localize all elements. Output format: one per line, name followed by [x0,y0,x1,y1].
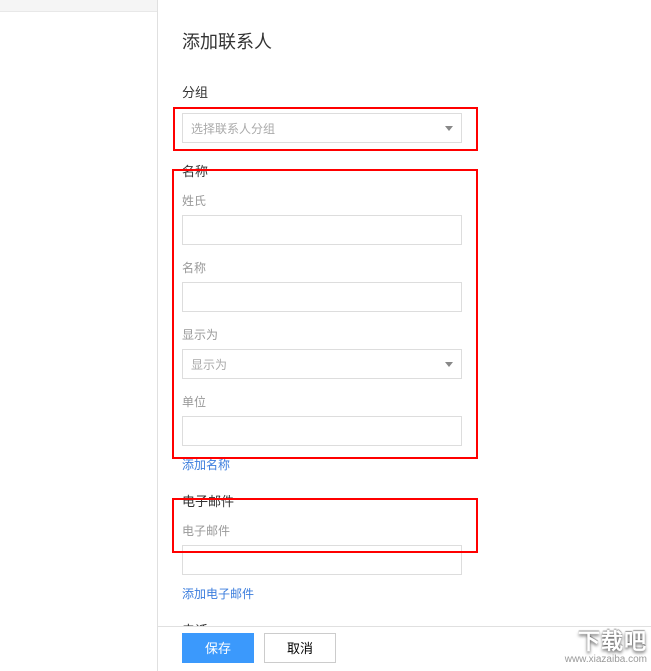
chevron-down-icon [445,362,453,367]
main-content: 添加联系人 分组 选择联系人分组 名称 姓氏 名称 显示为 显示为 单位 添加名… [158,0,651,671]
section-name: 名称 姓氏 名称 显示为 显示为 单位 添加名称 [182,161,627,473]
chevron-down-icon [445,126,453,131]
company-input[interactable] [182,416,462,446]
save-button[interactable]: 保存 [182,633,254,663]
section-email: 电子邮件 电子邮件 添加电子邮件 [182,491,627,602]
section-group: 分组 选择联系人分组 [182,82,627,143]
group-select[interactable]: 选择联系人分组 [182,113,462,143]
email-input[interactable] [182,545,462,575]
add-name-link[interactable]: 添加名称 [182,456,230,473]
add-email-link[interactable]: 添加电子邮件 [182,585,254,602]
displayas-select-placeholder: 显示为 [191,356,227,373]
displayas-select[interactable]: 显示为 [182,349,462,379]
company-label: 单位 [182,393,627,410]
section-name-label: 名称 [182,161,627,180]
surname-label: 姓氏 [182,192,627,209]
email-field-label: 电子邮件 [182,522,627,539]
cancel-button[interactable]: 取消 [264,633,336,663]
givenname-label: 名称 [182,259,627,276]
surname-input[interactable] [182,215,462,245]
displayas-label: 显示为 [182,326,627,343]
footer: 保存 取消 [158,626,651,668]
section-group-label: 分组 [182,82,627,101]
sidebar [0,0,158,671]
sidebar-top-bar [0,0,157,12]
page-title: 添加联系人 [182,28,627,54]
section-email-label: 电子邮件 [182,491,627,510]
group-select-placeholder: 选择联系人分组 [191,120,275,137]
givenname-input[interactable] [182,282,462,312]
